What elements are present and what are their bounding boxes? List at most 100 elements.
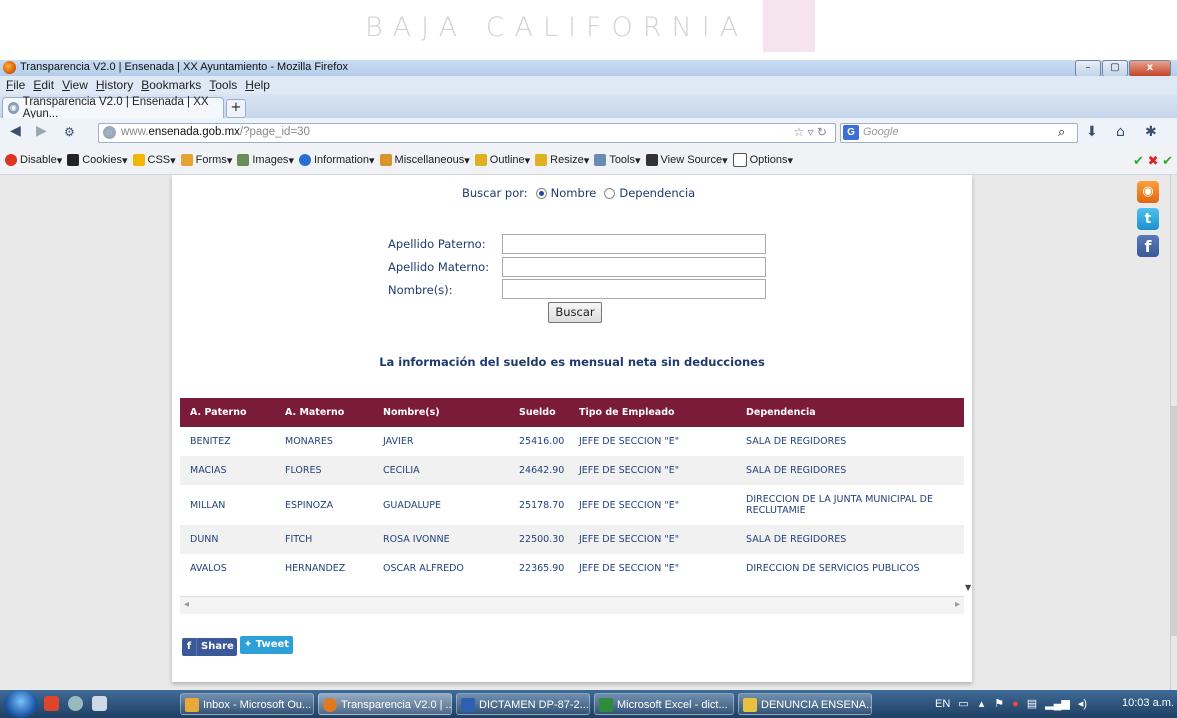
task-folder[interactable]: DENUNCIA ENSENA...: [738, 693, 872, 715]
signal-icon[interactable]: ▂▄▆: [1045, 690, 1070, 718]
forward-arrow-icon[interactable]: ▶: [36, 123, 47, 139]
scroll-left-arrow-icon[interactable]: ◂: [184, 599, 189, 610]
buscar-button[interactable]: Buscar: [548, 302, 602, 323]
menu-tools[interactable]: Tools: [209, 78, 237, 92]
radio-dependencia[interactable]: [604, 187, 616, 199]
page-vertical-scrollbar[interactable]: [1170, 175, 1177, 690]
back-arrow-icon[interactable]: ◀: [10, 123, 21, 139]
cell-sueldo: 22500.30: [509, 525, 569, 554]
dev-miscellaneous[interactable]: Miscellaneous ▾: [379, 154, 470, 167]
table-horizontal-scrollbar[interactable]: ◂ ▸: [180, 596, 964, 614]
bookmark-star-icon[interactable]: ☆ ▿ ↻: [793, 125, 827, 139]
task-outlook[interactable]: Inbox - Microsoft Ou...: [180, 693, 314, 715]
dev-resize[interactable]: Resize ▾: [535, 154, 589, 167]
url-bar[interactable]: ◌ www.ensenada.gob.mx/?page_id=30 ☆ ▿ ↻: [98, 123, 836, 143]
home-icon[interactable]: ⌂: [1116, 124, 1125, 140]
google-icon[interactable]: G: [843, 125, 859, 140]
tray-expand-icon[interactable]: ▴: [979, 690, 985, 718]
menu-history[interactable]: History: [96, 78, 133, 92]
menu-file[interactable]: File: [6, 78, 25, 92]
dev-information[interactable]: Information ▾: [298, 154, 375, 167]
tweet-button[interactable]: ✦ Tweet: [240, 636, 293, 654]
language-indicator[interactable]: EN: [935, 690, 950, 718]
twitter-icon[interactable]: t: [1137, 208, 1159, 230]
folder-icon: [743, 698, 757, 712]
apellido-materno-input[interactable]: [502, 257, 766, 277]
word-icon: [461, 698, 475, 712]
quicklaunch-desktop-icon[interactable]: [92, 696, 107, 711]
web-developer-toolbar: Disable ▾ Cookies ▾ CSS ▾ Forms ▾ Images ▾ In…: [0, 146, 1177, 175]
maximize-button[interactable]: ▢: [1102, 60, 1128, 77]
cell-a-paterno: AVALOS: [190, 563, 227, 574]
radio-nombre[interactable]: [535, 187, 547, 199]
cell-a-materno: ESPINOZA: [285, 499, 334, 511]
window-titlebar[interactable]: Transparencia V2.0 | Ensenada | XX Ayunt…: [0, 60, 1177, 77]
menu-bookmarks[interactable]: Bookmarks: [141, 78, 201, 92]
taskbar-clock[interactable]: 10:03 a.m.: [1122, 697, 1174, 709]
facebook-icon[interactable]: f: [1137, 235, 1159, 257]
nombres-input[interactable]: [502, 279, 766, 299]
cell-dependencia: SALA DE REGIDORES: [746, 436, 847, 447]
identity-icon[interactable]: ⚙: [64, 125, 75, 139]
scrollbar-thumb[interactable]: [1171, 406, 1177, 636]
flag-icon[interactable]: ⚑: [994, 690, 1004, 718]
table-row: BENITEZ MONARES JAVIER 25416.00 JEFE DE …: [180, 427, 964, 456]
menu-view[interactable]: View: [62, 78, 88, 92]
radio-dependencia-label[interactable]: Dependencia: [619, 186, 695, 200]
facebook-icon: f: [182, 638, 197, 656]
dev-outline[interactable]: Outline ▾: [474, 154, 530, 167]
search-bar[interactable]: G Google: [840, 123, 1078, 143]
dev-tools[interactable]: Tools ▾: [594, 154, 641, 167]
facebook-share-button[interactable]: f Share: [182, 638, 237, 656]
tab-transparencia[interactable]: ◉ Transparencia V2.0 | Ensenada | XX Ayu…: [2, 96, 224, 120]
quicklaunch-app-icon[interactable]: [44, 696, 59, 711]
menu-help[interactable]: Help: [245, 78, 270, 92]
cell-dependencia: DIRECCION DE LA JUNTA MUNICIPAL DE RECLU…: [746, 494, 933, 516]
site-globe-icon: ◌: [103, 126, 116, 139]
salary-table: A. Paterno A. Materno Nombre(s) Sueldo T…: [180, 398, 964, 583]
new-tab-button[interactable]: +: [226, 99, 246, 118]
task-word[interactable]: DICTAMEN DP-87-2...: [456, 693, 590, 715]
table-scroll-down-arrow-icon[interactable]: ▼: [965, 583, 971, 592]
search-icon[interactable]: ⌕: [1058, 125, 1065, 140]
cell-a-paterno: DUNN: [180, 525, 275, 554]
outline-icon: [474, 154, 487, 166]
scroll-right-arrow-icon[interactable]: ▸: [955, 599, 960, 610]
page-banner: BAJA CALIFORNIA: [0, 0, 1177, 60]
dev-images[interactable]: Images ▾: [237, 154, 294, 167]
firefox-icon: [3, 61, 16, 74]
keyboard-icon[interactable]: ▭: [958, 690, 968, 718]
banner-decoration: [763, 0, 815, 52]
network-icon[interactable]: ▤: [1027, 690, 1037, 718]
dev-disable[interactable]: Disable ▾: [5, 154, 62, 167]
tools-icon: [594, 154, 607, 166]
start-button[interactable]: [4, 690, 38, 718]
rss-icon[interactable]: ◉: [1137, 181, 1159, 203]
menu-edit[interactable]: Edit: [33, 78, 54, 92]
antivirus-icon[interactable]: ●: [1012, 690, 1019, 718]
cell-sueldo: 24642.90: [509, 456, 569, 485]
close-button[interactable]: x: [1129, 60, 1171, 77]
quicklaunch-media-icon[interactable]: [68, 696, 83, 711]
table-row: MACIAS FLORES CECILIA 24642.90 JEFE DE S…: [180, 456, 964, 485]
volume-icon[interactable]: ◂): [1078, 690, 1087, 718]
task-firefox[interactable]: Transparencia V2.0 | ...: [318, 693, 452, 715]
dev-cookies[interactable]: Cookies ▾: [67, 154, 128, 167]
addon-icon[interactable]: ✱: [1145, 124, 1157, 140]
options-icon: [732, 153, 747, 167]
apellido-paterno-input[interactable]: [502, 234, 766, 254]
salary-info-note: La información del sueldo es mensual net…: [379, 355, 765, 369]
view-source-icon: [645, 154, 658, 166]
cell-a-materno: FITCH: [275, 525, 373, 554]
radio-nombre-label[interactable]: Nombre: [551, 186, 597, 200]
dev-view-source[interactable]: View Source ▾: [645, 154, 728, 167]
download-icon[interactable]: ⬇: [1086, 124, 1098, 140]
dev-forms[interactable]: Forms ▾: [180, 154, 232, 167]
dev-css[interactable]: CSS ▾: [132, 154, 176, 167]
minimize-button[interactable]: –: [1075, 60, 1101, 77]
task-excel[interactable]: Microsoft Excel - dict...: [594, 693, 734, 715]
cell-dependencia: DIRECCION DE SERVICIOS PUBLICOS: [746, 563, 920, 574]
tab-bar: ◉ Transparencia V2.0 | Ensenada | XX Ayu…: [0, 94, 1177, 120]
disable-icon: [5, 154, 17, 166]
dev-options[interactable]: Options ▾: [732, 153, 793, 167]
